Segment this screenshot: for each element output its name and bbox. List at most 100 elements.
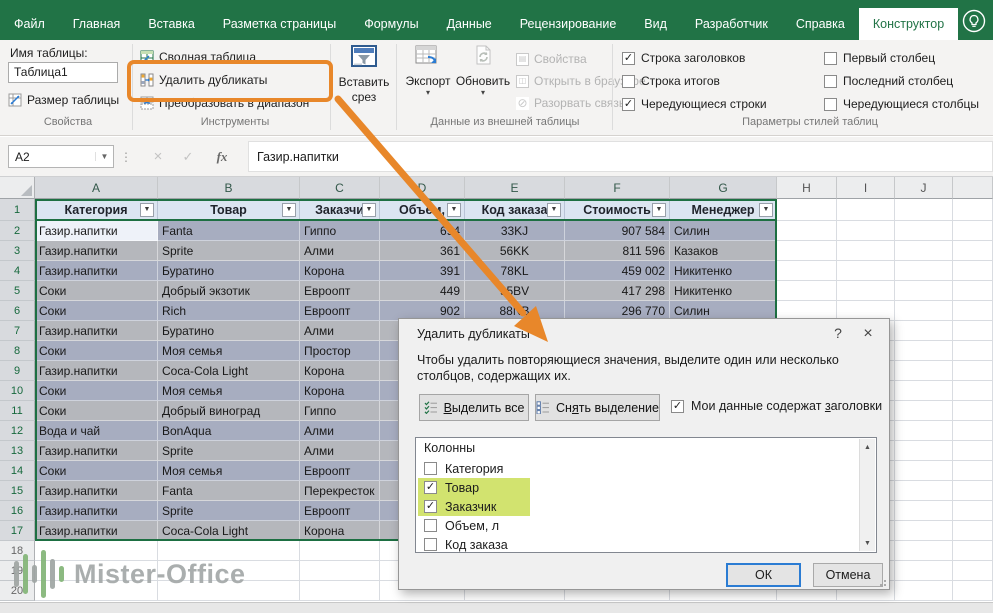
data-cell[interactable]: 56KK — [465, 241, 565, 261]
column-header-B[interactable]: B — [158, 177, 300, 199]
data-cell[interactable]: 78KL — [465, 261, 565, 281]
filter-dropdown-icon[interactable]: ▼ — [282, 203, 296, 217]
empty-cell[interactable] — [300, 561, 380, 581]
empty-cell[interactable] — [953, 401, 993, 421]
empty-cell[interactable] — [953, 221, 993, 241]
insert-function-icon[interactable]: fx — [208, 145, 236, 168]
data-cell[interactable]: Корона — [300, 521, 380, 541]
empty-cell[interactable] — [895, 241, 953, 261]
name-box-dropdown-icon[interactable]: ▼ — [95, 152, 113, 161]
data-cell[interactable]: Буратино — [158, 261, 300, 281]
data-cell[interactable]: Газир.напитки — [35, 241, 158, 261]
dialog-help-icon[interactable]: ? — [827, 325, 849, 341]
column-header-E[interactable]: E — [465, 177, 565, 199]
data-cell[interactable]: Корона — [300, 381, 380, 401]
data-cell[interactable]: Гиппо — [300, 221, 380, 241]
data-cell[interactable]: Евроопт — [300, 281, 380, 301]
pivot-table-button[interactable]: Сводная таблица — [140, 47, 256, 67]
style-option-Чередующиеся столбцы[interactable]: Чередующиеся столбцы — [824, 94, 979, 114]
empty-cell[interactable] — [895, 441, 953, 461]
empty-cell[interactable] — [777, 221, 837, 241]
row-header-1[interactable]: 1 — [0, 199, 35, 221]
row-header-4[interactable]: 4 — [0, 261, 35, 281]
empty-cell[interactable] — [895, 461, 953, 481]
data-cell[interactable]: Соки — [35, 461, 158, 481]
column-header-J[interactable]: J — [895, 177, 953, 199]
row-header-2[interactable]: 2 — [0, 221, 35, 241]
deselect-all-button[interactable]: Снять выделение — [535, 394, 660, 421]
data-cell[interactable]: Корона — [300, 361, 380, 381]
active-cell-A2[interactable]: Газир.напитки — [35, 221, 158, 241]
column-header-C[interactable]: C — [300, 177, 380, 199]
data-cell[interactable]: Вода и чай — [35, 421, 158, 441]
column-header-filler[interactable] — [953, 177, 993, 199]
empty-cell[interactable] — [953, 461, 993, 481]
empty-cell[interactable] — [953, 501, 993, 521]
data-cell[interactable]: BonAqua — [158, 421, 300, 441]
data-cell[interactable]: Моя семья — [158, 341, 300, 361]
data-cell[interactable]: Соки — [35, 341, 158, 361]
column-header-I[interactable]: I — [837, 177, 895, 199]
empty-cell[interactable] — [953, 341, 993, 361]
row-header-7[interactable]: 7 — [0, 321, 35, 341]
remove-duplicates-button[interactable]: Удалить дубликаты — [140, 70, 267, 90]
empty-cell[interactable] — [895, 341, 953, 361]
filter-dropdown-icon[interactable]: ▼ — [759, 203, 773, 217]
refresh-dropdown-arrow[interactable]: ▾ — [455, 88, 511, 97]
filter-dropdown-icon[interactable]: ▼ — [362, 203, 376, 217]
column-item-Категория[interactable]: Категория — [418, 459, 503, 478]
data-cell[interactable]: Газир.напитки — [35, 521, 158, 541]
tab-Разработчик[interactable]: Разработчик — [681, 8, 782, 40]
column-header-D[interactable]: D — [380, 177, 465, 199]
filter-dropdown-icon[interactable]: ▼ — [140, 203, 154, 217]
data-cell[interactable]: Гиппо — [300, 401, 380, 421]
row-header-6[interactable]: 6 — [0, 301, 35, 321]
data-cell[interactable]: Добрый виноград — [158, 401, 300, 421]
empty-cell[interactable] — [895, 301, 953, 321]
empty-cell[interactable] — [953, 581, 993, 601]
empty-cell[interactable] — [953, 381, 993, 401]
data-cell[interactable]: 907 584 — [565, 221, 670, 241]
empty-cell[interactable] — [895, 521, 953, 541]
empty-cell[interactable] — [300, 581, 380, 601]
filter-dropdown-icon[interactable]: ▼ — [447, 203, 461, 217]
data-cell[interactable]: Соки — [35, 401, 158, 421]
data-cell[interactable]: Газир.напитки — [35, 361, 158, 381]
confirm-entry-icon[interactable]: ✓ — [176, 145, 200, 168]
tab-Файл[interactable]: Файл — [0, 8, 59, 40]
insert-slicer-button[interactable]: Вставить срез — [334, 44, 394, 105]
data-cell[interactable]: Газир.напитки — [35, 501, 158, 521]
empty-cell[interactable] — [895, 481, 953, 501]
data-cell[interactable]: Fanta — [158, 481, 300, 501]
tab-Вставка[interactable]: Вставка — [134, 8, 208, 40]
tab-Вид[interactable]: Вид — [630, 8, 681, 40]
data-cell[interactable]: Корона — [300, 261, 380, 281]
data-cell[interactable]: Газир.напитки — [35, 261, 158, 281]
empty-cell[interactable] — [895, 561, 953, 581]
row-header-14[interactable]: 14 — [0, 461, 35, 481]
style-option-Строка итогов[interactable]: Строка итогов — [622, 71, 720, 91]
my-data-has-headers-checkbox[interactable]: ✓ Мои данные содержат заголовки — [671, 399, 882, 413]
empty-cell[interactable] — [953, 301, 993, 321]
empty-cell[interactable] — [953, 361, 993, 381]
style-option-Строка заголовков[interactable]: ✓Строка заголовков — [622, 48, 745, 68]
data-cell[interactable]: Евроопт — [300, 461, 380, 481]
empty-cell[interactable] — [777, 199, 837, 221]
select-all-corner[interactable] — [0, 177, 35, 199]
empty-cell[interactable] — [895, 199, 953, 221]
row-header-13[interactable]: 13 — [0, 441, 35, 461]
data-cell[interactable]: Алми — [300, 241, 380, 261]
formula-input[interactable]: Газир.напитки — [248, 141, 993, 172]
style-option-Первый столбец[interactable]: Первый столбец — [824, 48, 935, 68]
data-cell[interactable]: Газир.напитки — [35, 481, 158, 501]
tell-me-lightbulb-icon[interactable] — [961, 8, 987, 34]
refresh-button[interactable]: Обновить ▾ — [455, 44, 511, 97]
column-item-Заказчик[interactable]: ✓Заказчик — [418, 497, 530, 516]
data-cell[interactable]: 459 002 — [565, 261, 670, 281]
empty-cell[interactable] — [895, 221, 953, 241]
dialog-close-icon[interactable]: × — [857, 325, 879, 343]
empty-cell[interactable] — [777, 241, 837, 261]
data-cell[interactable]: Алми — [300, 441, 380, 461]
empty-cell[interactable] — [953, 241, 993, 261]
row-header-16[interactable]: 16 — [0, 501, 35, 521]
